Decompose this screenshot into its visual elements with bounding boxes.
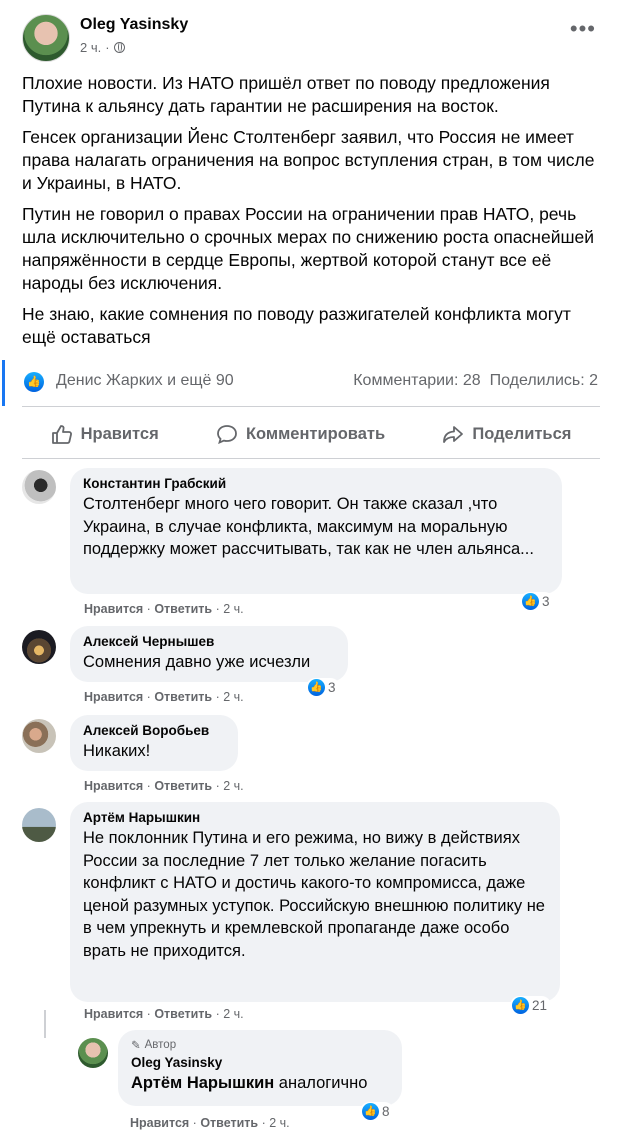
commenter-avatar[interactable] xyxy=(22,470,56,504)
mention-link[interactable]: Артём Нарышкин xyxy=(131,1074,274,1092)
reactors-link[interactable]: Денис Жарких и ещё 90 xyxy=(56,372,234,390)
post-text: Плохие новости. Из НАТО пришёл ответ по … xyxy=(22,72,600,357)
comment-label: Комментировать xyxy=(245,424,386,443)
comment-reply-link[interactable]: Ответить xyxy=(154,779,212,793)
comment-reply-link[interactable]: Ответить xyxy=(154,1007,212,1021)
comment: Константин Грабский Столтенберг много че… xyxy=(0,468,620,618)
globe-icon xyxy=(113,42,125,53)
post-paragraph: Плохие новости. Из НАТО пришёл ответ по … xyxy=(22,73,550,116)
comment-reply-link[interactable]: Ответить xyxy=(154,602,212,616)
author-name[interactable]: Oleg Yasinsky xyxy=(80,16,188,34)
reply-text: Артём Нарышкин аналогично xyxy=(131,1074,368,1092)
comment-icon xyxy=(216,424,238,445)
comment-time[interactable]: 2 ч. xyxy=(223,779,243,793)
comment-time[interactable]: 2 ч. xyxy=(223,602,243,616)
comment-like-link[interactable]: Нравится xyxy=(84,779,143,793)
post-paragraph: Не знаю, какие сомнения по поводу разжиг… xyxy=(22,304,571,347)
commenter-name[interactable]: Константин Грабский xyxy=(83,476,549,491)
author-avatar[interactable] xyxy=(22,14,70,62)
share-label: Поделиться xyxy=(472,424,572,443)
like-reaction-icon: 👍 xyxy=(24,372,44,392)
reply-author-avatar[interactable] xyxy=(78,1038,108,1068)
comment-like-link[interactable]: Нравится xyxy=(84,690,143,704)
reply-time[interactable]: 2 ч. xyxy=(269,1116,289,1130)
reaction-count: 8 xyxy=(382,1104,390,1119)
reply-actions: Нравится · Ответить · 2 ч. xyxy=(130,1116,290,1130)
commenter-name[interactable]: Алексей Чернышев xyxy=(83,634,335,649)
comment-actions: Нравится · Ответить · 2 ч. xyxy=(84,1007,244,1021)
post-counts: Комментарии: 28 Поделились: 2 xyxy=(353,372,598,390)
reply-reply-link[interactable]: Ответить xyxy=(200,1116,258,1130)
post-paragraph: Путин не говорил о правах России на огра… xyxy=(22,204,595,293)
post-time[interactable]: 2 ч. xyxy=(80,40,101,55)
reply-like-link[interactable]: Нравится xyxy=(130,1116,189,1130)
reply-author-name[interactable]: Oleg Yasinsky xyxy=(131,1055,389,1070)
comment-bubble: Константин Грабский Столтенберг много че… xyxy=(70,468,562,594)
comment-bubble: Артём Нарышкин Не поклонник Путина и его… xyxy=(70,802,560,1002)
thumbs-up-icon xyxy=(51,424,73,444)
comment-button[interactable]: Комментировать xyxy=(216,424,386,445)
comment: Алексей Воробьев Никаких! Нравится · Отв… xyxy=(0,715,620,795)
focus-accent xyxy=(2,360,5,406)
comment-like-link[interactable]: Нравится xyxy=(84,1007,143,1021)
commenter-avatar[interactable] xyxy=(22,719,56,753)
comment: Артём Нарышкин Не поклонник Путина и его… xyxy=(0,802,620,1027)
comment-like-link[interactable]: Нравится xyxy=(84,602,143,616)
commenter-avatar[interactable] xyxy=(22,808,56,842)
comment-reactions[interactable]: 👍 3 xyxy=(520,592,554,611)
reactions-bar: 👍 Денис Жарких и ещё 90 Комментарии: 28 … xyxy=(22,371,598,393)
like-reaction-icon: 👍 xyxy=(308,679,325,696)
comment-reactions[interactable]: 👍 3 xyxy=(306,678,340,697)
commenter-name[interactable]: Алексей Воробьев xyxy=(83,723,225,738)
divider xyxy=(22,458,600,459)
like-button[interactable]: Нравится xyxy=(51,424,159,444)
comment-text: Не поклонник Путина и его режима, но виж… xyxy=(83,829,545,960)
post-paragraph: Генсек организации Йенс Столтенберг заяв… xyxy=(22,127,595,193)
post-actions: Нравится Комментировать Поделиться xyxy=(22,416,600,452)
share-button[interactable]: Поделиться xyxy=(442,424,571,444)
comment-actions: Нравится · Ответить · 2 ч. xyxy=(84,690,244,704)
comment-bubble: Алексей Воробьев Никаких! xyxy=(70,715,238,771)
comments-count-link[interactable]: Комментарии: 28 xyxy=(353,372,480,389)
reply-reactions[interactable]: 👍 8 xyxy=(360,1102,394,1121)
comment-time[interactable]: 2 ч. xyxy=(223,1007,243,1021)
comment-text: Сомнения давно уже исчезли xyxy=(83,653,311,671)
reply: ✎ Автор Oleg Yasinsky Артём Нарышкин ана… xyxy=(0,1030,620,1138)
comment: Алексей Чернышев Сомнения давно уже исче… xyxy=(0,626,620,706)
post-header: Oleg Yasinsky 2 ч. · ••• xyxy=(22,14,612,62)
comment-reactions[interactable]: 👍 21 xyxy=(510,996,552,1015)
comment-actions: Нравится · Ответить · 2 ч. xyxy=(84,602,244,616)
shares-count-link[interactable]: Поделились: 2 xyxy=(490,372,598,389)
reaction-count: 3 xyxy=(542,594,550,609)
like-reaction-icon: 👍 xyxy=(362,1103,379,1120)
author-badge-label: Автор xyxy=(144,1039,177,1051)
reaction-count: 21 xyxy=(532,998,548,1013)
more-options-button[interactable]: ••• xyxy=(570,18,596,40)
share-icon xyxy=(442,424,464,444)
divider xyxy=(22,406,600,407)
comment-text: Никаких! xyxy=(83,742,151,760)
comment-reply-link[interactable]: Ответить xyxy=(154,690,212,704)
commenter-name[interactable]: Артём Нарышкин xyxy=(83,810,547,825)
post-meta: 2 ч. · xyxy=(80,40,125,55)
comment-actions: Нравится · Ответить · 2 ч. xyxy=(84,779,244,793)
comment-time[interactable]: 2 ч. xyxy=(223,690,243,704)
reply-bubble: ✎ Автор Oleg Yasinsky Артём Нарышкин ана… xyxy=(118,1030,402,1106)
reaction-count: 3 xyxy=(328,680,336,695)
comment-text: Столтенберг много чего говорит. Он также… xyxy=(83,495,534,558)
author-badge-icon: ✎ xyxy=(131,1040,141,1052)
like-reaction-icon: 👍 xyxy=(512,997,529,1014)
like-reaction-icon: 👍 xyxy=(522,593,539,610)
commenter-avatar[interactable] xyxy=(22,630,56,664)
author-badge: ✎ Автор xyxy=(131,1038,389,1052)
like-label: Нравится xyxy=(80,424,159,443)
comment-bubble: Алексей Чернышев Сомнения давно уже исче… xyxy=(70,626,348,682)
